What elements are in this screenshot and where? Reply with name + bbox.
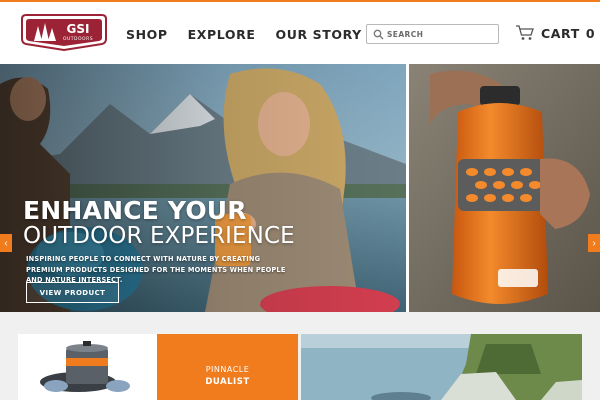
site-header: GSI OUTDOORS SHOP EXPLORE OUR STORY CART… [0,2,600,64]
search-input[interactable] [387,27,495,42]
cookware-product-image [40,341,130,392]
nav-explore[interactable]: EXPLORE [188,27,256,42]
promo-line1: PINNACLE [205,365,250,374]
cart-label[interactable]: CART [541,26,580,41]
search-box[interactable] [366,24,499,44]
hero-title-line2: OUTDOOR EXPERIENCE [23,223,295,249]
promo-line2: DUALIST [205,377,250,387]
promo-card-pinnacle-dualist[interactable]: PINNACLE DUALIST [18,334,298,400]
carousel-next-arrow[interactable]: › [588,234,600,252]
gsi-outdoors-logo[interactable]: GSI OUTDOORS [20,12,108,52]
hero-carousel: ENHANCE YOUR OUTDOOR EXPERIENCE INSPIRIN… [0,64,600,312]
hero-subtitle: INSPIRING PEOPLE TO CONNECT WITH NATURE … [26,255,286,284]
logo-text-outdoors: OUTDOORS [63,36,93,42]
nav-our-story[interactable]: OUR STORY [276,27,362,42]
view-product-button[interactable]: VIEW PRODUCT [26,282,119,303]
promo-card-lake-camp[interactable] [301,334,582,400]
cart-icon[interactable] [515,24,535,42]
hero-title: ENHANCE YOUR [23,196,247,225]
logo-text-gsi: GSI [67,22,90,36]
featured-section: PINNACLE DUALIST [0,312,600,400]
main-nav: SHOP EXPLORE OUR STORY [126,27,362,42]
promo-label-box: PINNACLE DUALIST [157,334,298,400]
lake-camp-image [301,334,582,400]
cart-link[interactable]: CART 0 [515,24,595,42]
search-icon[interactable] [373,29,384,40]
cart-count[interactable]: 0 [586,26,595,41]
nav-shop[interactable]: SHOP [126,27,168,42]
carousel-prev-arrow[interactable]: ‹ [0,234,12,252]
